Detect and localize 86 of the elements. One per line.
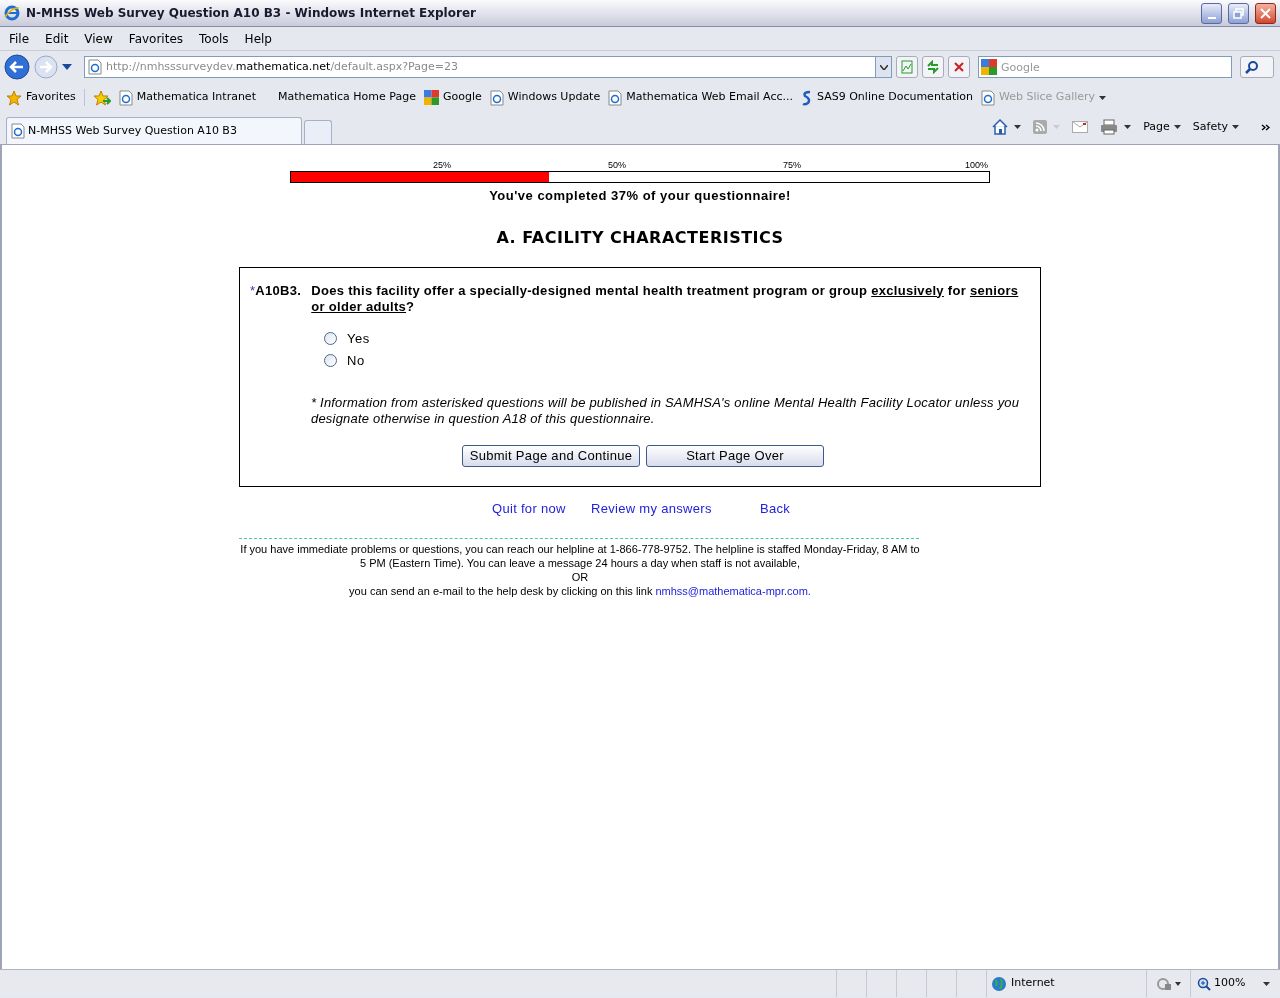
menu-item[interactable]: Tools — [199, 29, 229, 48]
refresh-button[interactable] — [922, 56, 944, 78]
back-button[interactable] — [4, 54, 30, 80]
progress-tick-label: 50% — [608, 159, 626, 172]
browser-logo-icon — [4, 5, 20, 21]
caret-icon[interactable] — [1014, 125, 1022, 129]
form-button[interactable]: Submit Page and Continue — [462, 444, 640, 467]
progress-tick-label: 25% — [433, 159, 451, 172]
page-icon — [118, 89, 133, 106]
caret-icon[interactable] — [1175, 981, 1181, 986]
page-chart-icon — [900, 60, 914, 74]
search-button[interactable] — [1240, 56, 1274, 78]
question-number: A10B3. — [255, 282, 302, 298]
zoom-level[interactable]: 100% — [1214, 975, 1246, 992]
menu-item[interactable]: Favorites — [128, 29, 184, 48]
page-icon — [608, 89, 623, 106]
star-icon — [6, 89, 22, 106]
email-link[interactable]: nmhss@mathematica-mpr.com. — [655, 585, 811, 597]
refresh-icon — [926, 60, 940, 74]
restore-icon — [1233, 7, 1244, 19]
help-text: you can send an e-mail to the help desk by clicking on this link nmhss@mathematica-mpr.com. — [348, 584, 812, 598]
command-menu[interactable]: Page — [1143, 118, 1170, 136]
zoom-icon[interactable] — [1197, 976, 1211, 991]
favorite-link[interactable]: Windows Update — [489, 89, 601, 106]
search-icon — [1245, 60, 1259, 74]
mail-icon[interactable] — [1072, 121, 1089, 133]
add-favorite-icon[interactable] — [92, 89, 111, 106]
command-menu[interactable]: Safety — [1192, 118, 1228, 136]
caret-icon[interactable] — [1099, 95, 1107, 100]
caret-icon[interactable] — [1124, 125, 1132, 129]
chevron-right-icon[interactable] — [1261, 123, 1270, 131]
favorite-link[interactable]: Google — [423, 89, 482, 106]
minimize-icon — [1207, 16, 1216, 19]
page-icon — [981, 89, 995, 106]
progress-tick-label: 75% — [783, 159, 801, 172]
stop-button[interactable] — [948, 56, 970, 78]
browser-logo-icon — [11, 123, 25, 139]
note-text: * Information from asterisked questions will be published in SAMHSA's online Mental Health Facility Locator unless you designate otherwise in question A18 of this questionnaire. — [311, 394, 1021, 427]
close-button[interactable] — [1255, 2, 1276, 24]
search-provider-icon — [981, 59, 997, 75]
globe-icon — [991, 975, 1007, 992]
option-label: Yes — [347, 329, 370, 348]
question-text: Does this facility offer a specially-designed mental health treatment program or group exclusively for seniors or older adults? — [311, 282, 1020, 315]
minimize-button[interactable] — [1201, 2, 1222, 24]
home-icon[interactable] — [992, 119, 1009, 135]
restore-button[interactable] — [1228, 2, 1249, 24]
favorite-link[interactable]: Mathematica Home Page — [277, 89, 416, 106]
close-icon — [953, 61, 965, 73]
asterisk-mark: * — [250, 282, 256, 298]
section-heading: A. FACILITY CHARACTERISTICS — [496, 226, 784, 249]
page-icon — [88, 59, 102, 75]
security-zone: Internet — [1011, 975, 1055, 992]
caret-icon[interactable] — [62, 64, 72, 70]
option-label: No — [347, 352, 365, 370]
favorite-link[interactable]: Mathematica Web Email Acc... — [608, 89, 793, 106]
nav-link[interactable]: Back — [760, 498, 820, 518]
radio-button[interactable] — [324, 354, 337, 368]
form-button[interactable]: Start Page Over — [646, 444, 824, 467]
caret-icon[interactable] — [1263, 981, 1270, 986]
menu-item[interactable]: View — [84, 29, 113, 48]
close-icon — [1260, 7, 1271, 19]
window-title: N-MHSS Web Survey Question A10 B3 - Windows Internet Explorer — [26, 5, 477, 22]
caret-icon[interactable] — [1173, 125, 1181, 129]
radio-button[interactable] — [324, 331, 337, 345]
menu-item[interactable]: Edit — [45, 29, 69, 48]
help-text: OR — [570, 570, 590, 584]
search-field[interactable]: Google — [978, 56, 1232, 78]
chevron-down-icon — [879, 64, 888, 70]
dropdown-button[interactable] — [875, 57, 891, 77]
nav-link[interactable]: Review my answers — [591, 498, 760, 518]
swirl-icon — [801, 89, 813, 106]
progress-message: You've completed 37% of your questionnaire! — [489, 187, 791, 205]
help-text: If you have immediate problems or questions, you can reach our helpline at 1-866-778-9752. The helpline is staffed Monday-Friday, 8 AM to 5 PM (Eastern Time). You can leave a message 24 hours a day when staff is not available, — [239, 542, 921, 570]
progress-tick-label: 100% — [964, 159, 988, 172]
favorites-button[interactable]: Favorites — [6, 89, 85, 106]
favorite-link[interactable]: SAS9 Online Documentation — [801, 89, 973, 106]
nav-link[interactable]: Quit for now — [492, 498, 591, 518]
search-provider-icon — [423, 90, 439, 105]
caret-icon[interactable] — [1232, 125, 1239, 129]
favorite-link[interactable]: Mathematica Intranet — [118, 89, 256, 106]
browser-tab[interactable]: N-MHSS Web Survey Question A10 B3 — [6, 117, 302, 144]
menu-item[interactable]: Help — [244, 29, 272, 48]
address-field[interactable]: http://nmhsssurveydev.mathematica.net/default.aspx?Page=23 — [84, 56, 892, 78]
printer-icon[interactable] — [1100, 119, 1119, 135]
menu-item[interactable]: File — [9, 29, 30, 48]
page-icon — [489, 89, 504, 106]
